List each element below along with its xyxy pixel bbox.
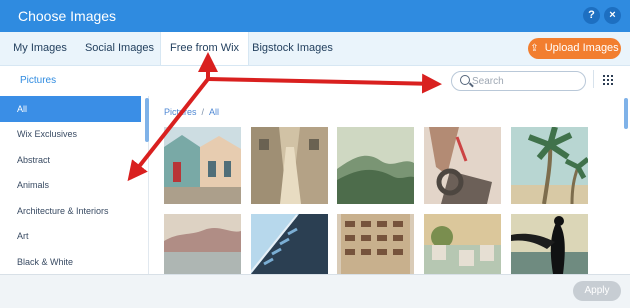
category-sidebar: All Wix Exclusives Abstract Animals Arch…: [0, 96, 149, 274]
category-art[interactable]: Art: [0, 223, 141, 249]
tab-bigstock-images[interactable]: Bigstock Images: [248, 32, 337, 65]
category-black-white[interactable]: Black & White: [0, 249, 141, 274]
category-animals[interactable]: Animals: [0, 172, 141, 198]
tab-my-images[interactable]: My Images: [0, 32, 80, 65]
category-all[interactable]: All: [0, 96, 141, 122]
breadcrumb-root[interactable]: Pictures: [164, 107, 197, 117]
image-thumbnail[interactable]: [251, 214, 328, 274]
toolbar-divider: [593, 70, 594, 88]
apply-button[interactable]: Apply: [573, 281, 621, 301]
search-icon: [460, 75, 470, 85]
upload-icon: ⇪: [530, 43, 539, 54]
tab-free-from-wix[interactable]: Free from Wix: [160, 32, 249, 65]
category-wix-exclusives[interactable]: Wix Exclusives: [0, 121, 141, 147]
close-button[interactable]: ×: [604, 7, 621, 24]
search-input[interactable]: Search: [451, 71, 586, 91]
breadcrumb: Pictures / All: [164, 107, 220, 117]
help-button[interactable]: ?: [583, 7, 600, 24]
image-thumbnail[interactable]: [337, 214, 414, 274]
title-bar: Choose Images ? ×: [0, 0, 630, 32]
image-gallery: Pictures / All: [149, 96, 630, 274]
image-thumbnail[interactable]: [511, 127, 588, 204]
upload-images-button[interactable]: ⇪ Upload Images: [528, 38, 621, 59]
upload-images-label: Upload Images: [544, 42, 619, 54]
image-thumbnail[interactable]: [337, 127, 414, 204]
category-abstract[interactable]: Abstract: [0, 147, 141, 173]
image-thumbnail[interactable]: [511, 214, 588, 274]
image-thumbnail[interactable]: [164, 214, 241, 274]
category-architecture-interiors[interactable]: Architecture & Interiors: [0, 198, 141, 224]
image-thumbnail[interactable]: [424, 127, 501, 204]
grid-view-icon[interactable]: [603, 75, 613, 85]
window-title: Choose Images: [18, 8, 117, 24]
search-placeholder: Search: [472, 76, 504, 87]
dialog-footer: [0, 274, 630, 308]
image-thumbnail[interactable]: [424, 214, 501, 274]
image-thumbnail[interactable]: [164, 127, 241, 204]
tab-social-images[interactable]: Social Images: [80, 32, 159, 65]
image-thumbnail[interactable]: [251, 127, 328, 204]
pictures-link[interactable]: Pictures: [20, 75, 56, 86]
gallery-scrollbar[interactable]: [624, 98, 628, 129]
breadcrumb-current: All: [209, 107, 220, 117]
